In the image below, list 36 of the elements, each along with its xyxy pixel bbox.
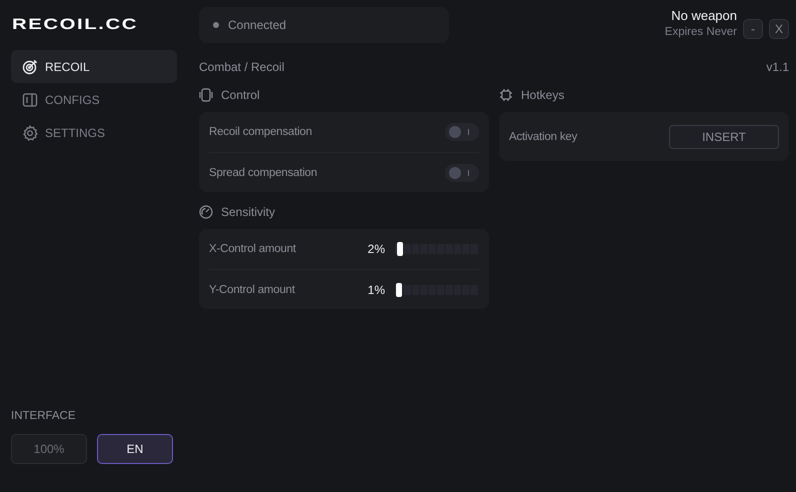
weapon-name: No weapon <box>670 8 737 24</box>
version-label: v1.1 <box>766 60 789 74</box>
sidebar-item[interactable]: RECOIL <box>11 50 177 83</box>
setting-label: Spread compensation <box>209 166 318 178</box>
section-title: Sensitivity <box>221 205 276 219</box>
device-icon <box>199 88 213 102</box>
sidebar-item[interactable]: CONFIGS <box>11 83 177 116</box>
slider-value: 1% <box>368 282 385 296</box>
window-button[interactable]: X <box>769 19 789 39</box>
key-bind-button[interactable]: INSERT <box>669 124 779 148</box>
slider-thumb[interactable] <box>396 242 403 256</box>
setting-label: X-Control amount <box>209 243 297 255</box>
section-title: Control <box>221 88 260 102</box>
setting-label: Activation key <box>509 130 578 142</box>
setting-label: Recoil compensation <box>209 126 313 138</box>
section-label: INTERFACE <box>11 410 77 422</box>
target-icon <box>22 58 38 74</box>
panel-icon <box>22 92 38 108</box>
status-text: Connected <box>228 18 286 32</box>
interface-button[interactable]: 100% <box>11 434 87 464</box>
interface-button[interactable]: EN <box>97 434 173 464</box>
chip-icon <box>499 88 513 102</box>
setting-label: Y-Control amount <box>209 284 296 296</box>
settings-icon <box>22 124 38 140</box>
toggle-switch[interactable] <box>445 123 479 141</box>
expiry-text: Expires Never <box>664 25 737 40</box>
sidebar-item[interactable]: SETTINGS <box>11 116 177 149</box>
slider-thumb[interactable] <box>396 282 402 296</box>
app-logo: RECOIL.CC <box>12 17 138 33</box>
breadcrumb: Combat / Recoil <box>199 60 284 74</box>
window-button[interactable]: - <box>743 19 763 39</box>
toggle-switch[interactable] <box>445 164 479 182</box>
gauge-icon <box>199 205 213 219</box>
section-title: Hotkeys <box>521 88 564 102</box>
status-dot <box>213 22 219 28</box>
slider-value: 2% <box>368 242 385 256</box>
